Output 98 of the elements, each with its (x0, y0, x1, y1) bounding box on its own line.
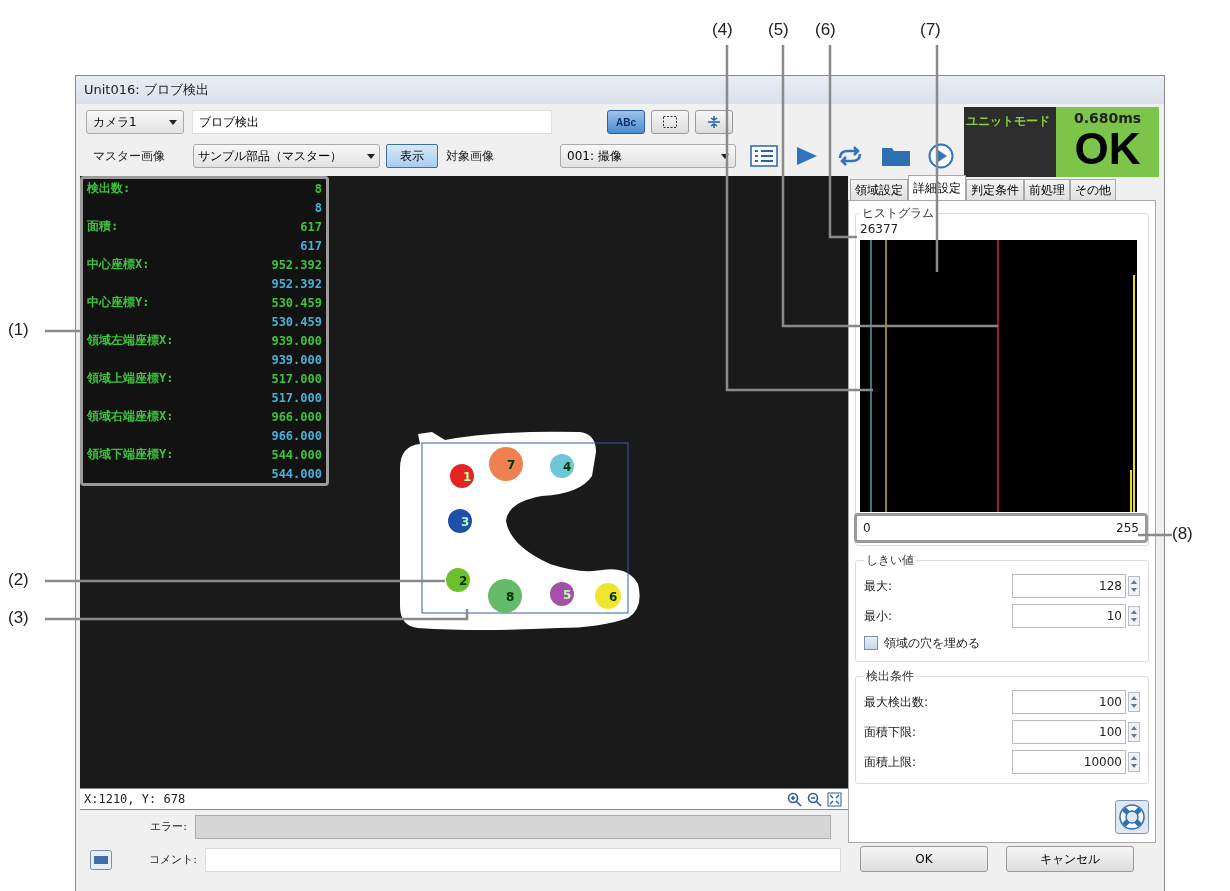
reference-value: 8 (314, 200, 322, 215)
result-value: 939.000 (271, 333, 322, 348)
reference-value: 530.459 (271, 314, 322, 329)
master-image-label: マスター画像 (92, 147, 166, 165)
judgement-result: OK (1074, 126, 1141, 172)
ok-button[interactable]: OK (860, 846, 988, 872)
histogram-max-count: 26377 (860, 222, 900, 238)
axis-max-label: 255 (1116, 521, 1139, 535)
folder-icon[interactable] (881, 145, 911, 167)
caret-icon (367, 153, 375, 159)
reference-value: 952.392 (271, 276, 322, 291)
callout-number: (7) (920, 20, 941, 40)
callout-number: (2) (8, 570, 29, 590)
target-image-label: 対象画像 (445, 147, 495, 165)
blob-marker: 7 (489, 447, 523, 481)
callout-number: (5) (768, 20, 789, 40)
frame-button[interactable] (651, 110, 689, 134)
play-icon[interactable] (795, 145, 819, 167)
unit-name-field[interactable]: ブロブ検出 (192, 110, 552, 134)
reference-value: 544.000 (271, 466, 322, 481)
zoom-out-icon[interactable] (807, 791, 822, 807)
zoom-in-icon[interactable] (787, 791, 802, 807)
field-label: 最大検出数: (864, 693, 929, 711)
callout-number: (4) (712, 20, 733, 40)
spin-arrows-icon[interactable] (1128, 606, 1140, 626)
result-value: 966.000 (271, 409, 322, 424)
settings-tab[interactable]: 領域設定 (850, 179, 908, 200)
blob-marker: 2 (446, 568, 470, 592)
result-value: 530.459 (271, 295, 322, 310)
spin-arrows-icon[interactable] (1128, 576, 1140, 596)
blob-marker: 1 (450, 464, 474, 488)
blob-marker: 4 (550, 454, 574, 478)
spin-arrows-icon[interactable] (1128, 692, 1140, 712)
blob-marker: 5 (550, 582, 574, 606)
result-value: 617 (300, 219, 322, 234)
result-label: 領域上端座標Y: (87, 370, 174, 387)
result-value: 544.000 (271, 447, 322, 462)
caret-icon (169, 119, 177, 125)
field-label: 面積上限: (864, 753, 917, 771)
cancel-button[interactable]: キャンセル (1006, 846, 1134, 872)
settings-tab[interactable]: その他 (1070, 179, 1116, 200)
help-lifebuoy-icon[interactable] (1115, 800, 1149, 834)
master-image-dropdown[interactable]: サンプル部品（マスター） (193, 144, 380, 168)
reference-value: 517.000 (271, 390, 322, 405)
reference-value: 966.000 (271, 428, 322, 443)
reference-value: 617 (300, 238, 322, 253)
list-icon[interactable] (750, 145, 778, 167)
group-title: 検出条件 (865, 668, 915, 685)
keyboard-icon[interactable] (90, 849, 112, 870)
callout-number: (1) (8, 320, 29, 340)
comment-field[interactable] (205, 847, 841, 872)
result-value: 517.000 (271, 371, 322, 386)
result-label: 中心座標X: (87, 256, 150, 273)
error-label: エラー: (149, 819, 188, 834)
run-icon[interactable] (928, 143, 954, 169)
callout-number: (3) (8, 608, 29, 628)
blob-marker: 6 (595, 583, 621, 609)
checkbox[interactable] (864, 636, 878, 650)
settings-tab[interactable]: 判定条件 (966, 179, 1024, 200)
target-image-dropdown[interactable]: 001: 撮像 (560, 144, 736, 168)
result-label: 領域下端座標Y: (87, 446, 174, 463)
axis-min-label: 0 (863, 521, 871, 535)
window-title: Unit016: ブロブ検出 (76, 76, 1164, 104)
callout-number: (8) (1172, 524, 1193, 544)
group-title: ヒストグラム (861, 205, 935, 222)
blob-marker: 8 (488, 579, 522, 613)
settings-tab[interactable]: 前処理 (1024, 179, 1070, 200)
fit-button[interactable] (695, 110, 733, 134)
cursor-coordinates: X:1210, Y: 678 (84, 792, 186, 806)
spin-arrows-icon[interactable] (1128, 722, 1140, 742)
show-button[interactable]: 表示 (386, 144, 438, 168)
field-label: 最小: (864, 607, 893, 625)
field-label: 面積下限: (864, 723, 917, 741)
group-title: しきい値 (865, 552, 915, 569)
field-label: 最大: (864, 577, 893, 595)
fit-view-icon[interactable] (827, 791, 842, 807)
blob-marker: 3 (448, 509, 472, 533)
result-label: 中心座標Y: (87, 294, 150, 311)
reference-value: 939.000 (271, 352, 322, 367)
result-value: 8 (314, 181, 322, 196)
fit-arrows-icon (706, 115, 722, 129)
caret-icon (721, 153, 729, 159)
result-label: 面積: (87, 218, 119, 235)
spin-arrows-icon[interactable] (1128, 752, 1140, 772)
image-view[interactable]: 1 7 4 3 2 8 5 6 検出数: 8 8 面積: 617 617 中心座標X: 952.392 952.392 中心座標Y: 530.459 530.459 領域左端座標X: 939.000 939.000 領域上端座標Y: 517.000 517.000 領域右端座標X: 966.000 966.000 領域下端座標Y: 544.000 544.000 (80, 176, 848, 788)
callout-number: (6) (815, 20, 836, 40)
result-label: 領域左端座標X: (87, 332, 174, 349)
repeat-icon[interactable] (836, 145, 864, 167)
comment-label: コメント: (148, 852, 198, 867)
dashed-rectangle-icon (662, 115, 678, 129)
fill-holes-label: 領域の穴を埋める (884, 634, 980, 652)
result-label: 領域右端座標X: (87, 408, 174, 425)
processing-time: 0.680ms (1073, 110, 1142, 126)
text-display-button[interactable]: ABc (607, 110, 645, 134)
unit-mode-label: ユニットモード (966, 114, 1050, 128)
camera-dropdown[interactable]: カメラ1 (86, 110, 184, 134)
result-label: 検出数: (87, 180, 131, 197)
result-value: 952.392 (271, 257, 322, 272)
